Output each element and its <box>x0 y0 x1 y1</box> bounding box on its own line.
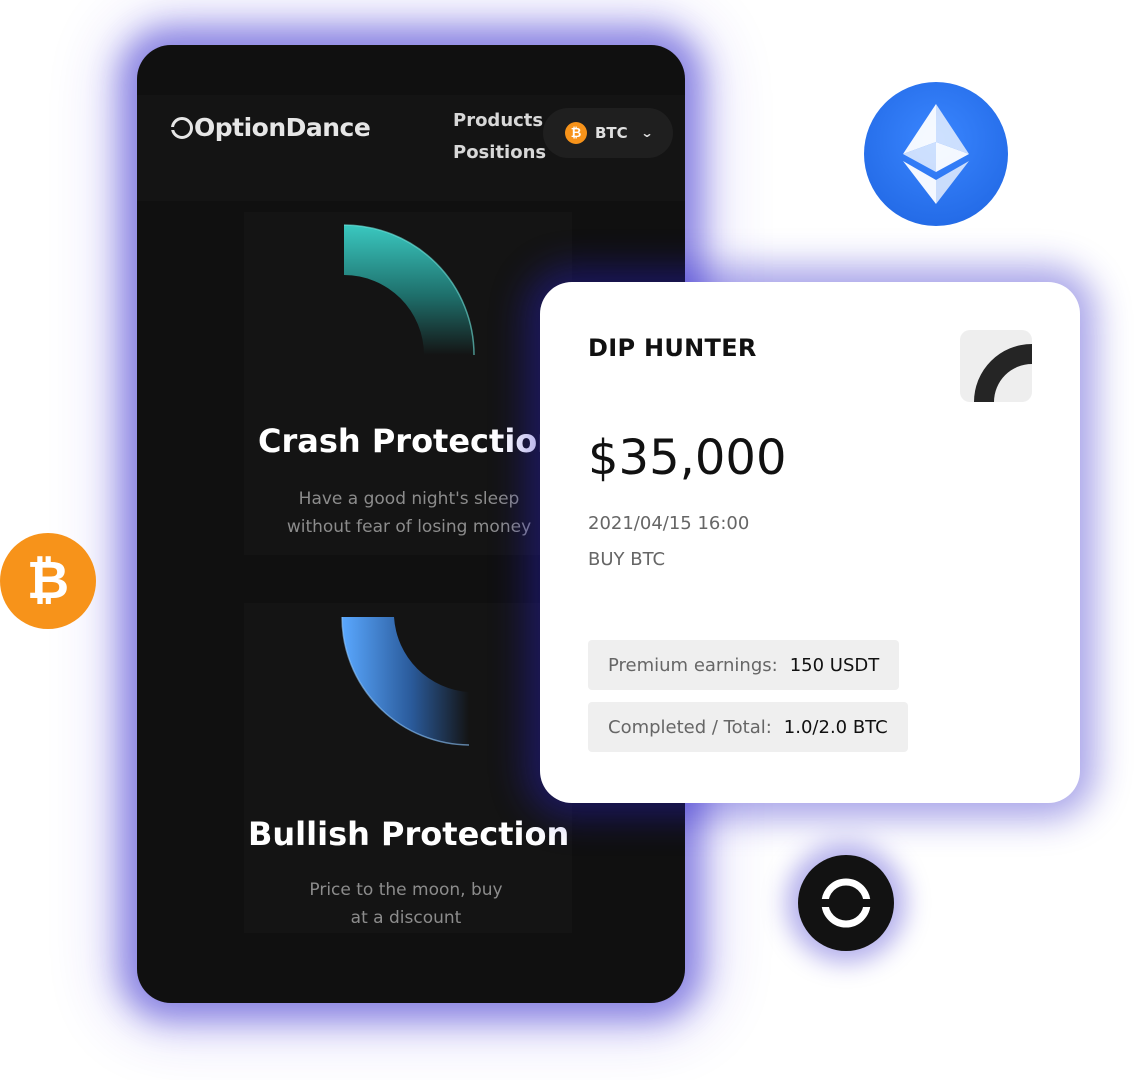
main-nav: Products Positions <box>453 105 546 169</box>
crash-arc-icon <box>343 224 475 356</box>
premium-earnings-label: Premium earnings: <box>608 654 778 676</box>
bitcoin-icon: ₿ <box>0 533 96 629</box>
card-description: Have a good night's sleep without fear o… <box>244 485 574 541</box>
coin-selector-label: BTC <box>595 124 628 142</box>
chevron-down-icon: ⌄ <box>640 126 654 140</box>
bitcoin-icon: ₿ <box>565 122 587 144</box>
nav-positions[interactable]: Positions <box>453 137 546 169</box>
target-price: $35,000 <box>588 430 787 486</box>
optiondance-logo-icon <box>798 855 894 951</box>
card-description: Price to the moon, buy at a discount <box>241 876 571 932</box>
card-desc-line: Price to the moon, buy <box>309 880 503 900</box>
completion-label: Completed / Total: <box>608 716 772 738</box>
card-title: Bullish Protection <box>248 815 570 853</box>
coin-selector[interactable]: ₿ BTC ⌄ <box>543 108 673 158</box>
ethereum-icon <box>864 82 1008 226</box>
completion-value: 1.0/2.0 BTC <box>783 716 888 738</box>
trade-action: BUY BTC <box>588 549 666 570</box>
bullish-protection-card[interactable]: Bullish Protection Price to the moon, bu… <box>244 603 572 933</box>
bullish-arc-icon <box>341 616 470 746</box>
crash-protection-card[interactable]: Crash Protection Have a good night's sle… <box>244 212 572 555</box>
brand-logo[interactable]: OptionDance <box>170 113 371 142</box>
card-desc-line: Have a good night's sleep <box>298 489 520 509</box>
dip-hunter-title: DIP HUNTER <box>588 334 757 362</box>
completion-badge: Completed / Total: 1.0/2.0 BTC <box>588 702 908 752</box>
expiry-date: 2021/04/15 16:00 <box>588 513 750 534</box>
premium-earnings-value: 150 USDT <box>789 654 880 676</box>
logo-ring-icon <box>170 116 193 139</box>
premium-earnings-badge: Premium earnings: 150 USDT <box>588 640 900 690</box>
card-desc-line: without fear of losing money <box>286 517 532 537</box>
dip-hunter-card[interactable]: DIP HUNTER $35,000 2021/04/15 16:00 BUY … <box>540 282 1080 803</box>
dip-hunter-arc-icon <box>960 330 1032 402</box>
brand-name: OptionDance <box>194 113 371 142</box>
card-desc-line: at a discount <box>350 908 462 928</box>
nav-products[interactable]: Products <box>453 105 546 137</box>
